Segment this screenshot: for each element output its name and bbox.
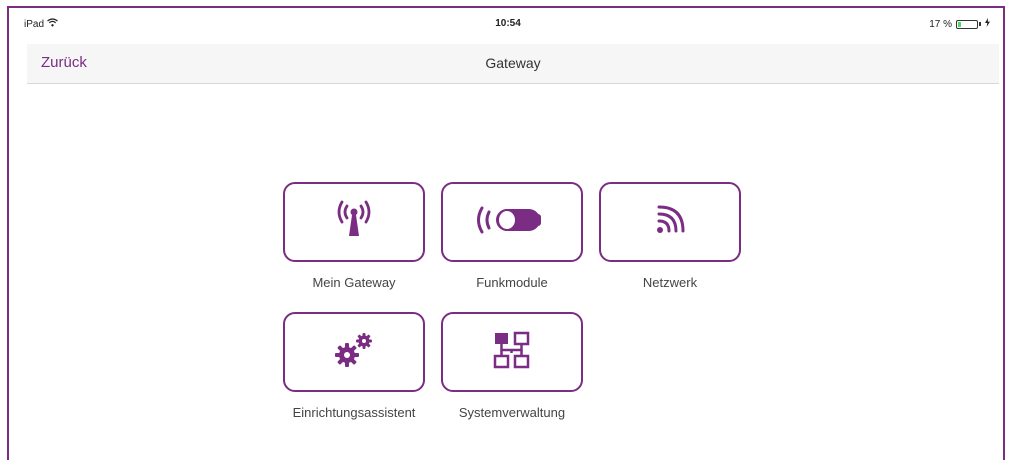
tile-netzwerk[interactable]	[599, 182, 741, 262]
radio-module-icon	[472, 200, 552, 245]
charging-bolt-icon	[985, 18, 990, 30]
status-bar: iPad 10:54 17 %	[18, 14, 998, 34]
navigation-bar: Zurück Gateway	[27, 44, 999, 84]
antenna-icon	[332, 198, 376, 247]
battery-percent: 17 %	[929, 18, 952, 30]
system-tree-icon	[491, 329, 533, 376]
tile-label-mein-gateway: Mein Gateway	[312, 275, 396, 290]
page-title: Gateway	[485, 55, 541, 71]
battery-nub	[979, 22, 981, 26]
gears-icon	[329, 330, 379, 375]
tile-einrichtungsassistent[interactable]	[283, 312, 425, 392]
network-signal-icon	[650, 200, 690, 245]
status-right: 17 %	[929, 18, 990, 30]
battery-fill	[958, 21, 961, 27]
battery-icon	[956, 19, 978, 29]
tile-systemverwaltung[interactable]	[441, 312, 583, 392]
status-time: 10:54	[495, 18, 521, 29]
tile-label-einrichtungsassistent: Einrichtungsassistent	[292, 405, 416, 420]
tile-label-systemverwaltung: Systemverwaltung	[458, 405, 566, 420]
tile-funkmodule[interactable]	[441, 182, 583, 262]
tile-mein-gateway[interactable]	[283, 182, 425, 262]
tile-label-funkmodule: Funkmodule	[476, 275, 548, 290]
tile-label-netzwerk: Netzwerk	[642, 275, 698, 290]
